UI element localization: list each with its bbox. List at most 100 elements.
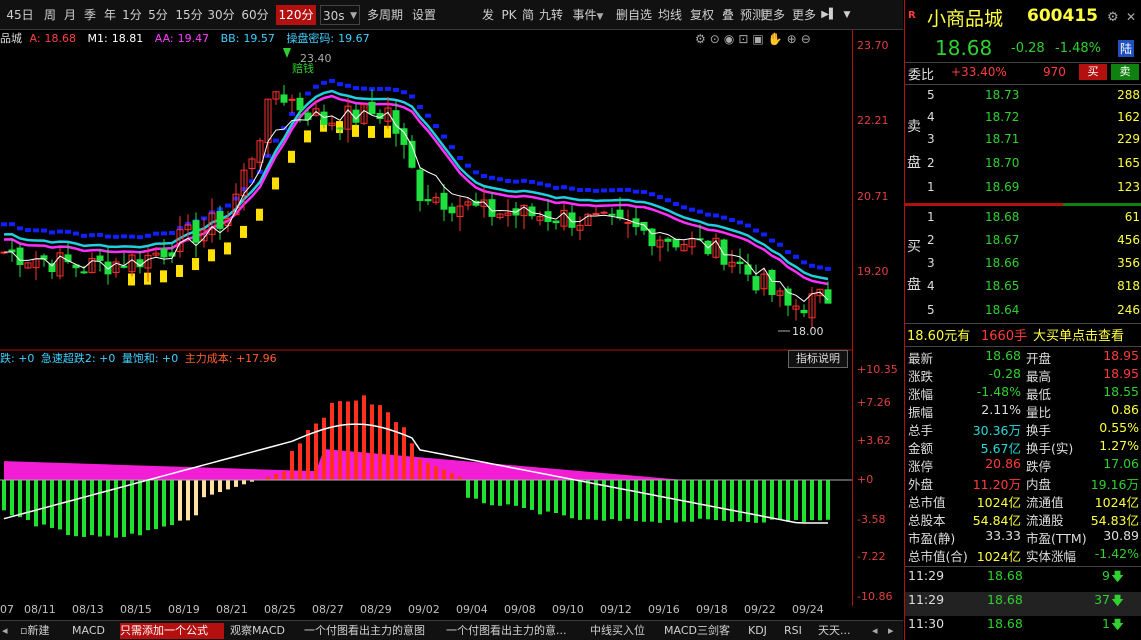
blue-dot	[649, 192, 655, 197]
ma-button[interactable]: 均线	[656, 5, 684, 25]
remove-favorite-button[interactable]: 删自选	[614, 5, 654, 25]
blue-dot	[553, 185, 559, 190]
blue-dot	[145, 233, 151, 238]
ask-row[interactable]: 3 18.71 229	[905, 132, 1141, 152]
candle-body	[320, 111, 328, 125]
date-tick: 09/18	[696, 603, 728, 616]
settings-icon[interactable]: ⚙	[695, 32, 710, 46]
chevron-left-icon[interactable]: ◂	[872, 623, 886, 639]
period-week[interactable]: 周	[40, 5, 60, 25]
bid-row[interactable]: 5 18.64 246	[905, 303, 1141, 323]
blue-dot	[305, 91, 311, 96]
pk-button[interactable]: PK	[500, 5, 518, 25]
big-order-alert[interactable]: 18.60元有 1660手 大买单点击查看	[905, 325, 1141, 345]
sub-indicator-values: 跌: +0 急速超跌2: +0 量饱和: +0 主力成本: +17.96	[0, 351, 280, 367]
zoom-icon[interactable]: ⊙	[710, 32, 724, 46]
blue-dot	[745, 223, 751, 228]
tab-rsi[interactable]: RSI	[784, 623, 812, 639]
low-price-label: 18.00	[792, 325, 824, 338]
more-button[interactable]: 更多	[790, 5, 818, 25]
simple-button[interactable]: 简	[520, 5, 536, 25]
m1-line	[3, 109, 829, 303]
ask-row[interactable]: 4 18.72 162	[905, 110, 1141, 130]
publish-button[interactable]: 发	[480, 5, 496, 25]
settings-button[interactable]: 设置	[410, 5, 438, 25]
tab-main-intent[interactable]: 一个付图看出主力的意图	[304, 623, 442, 639]
tab-main-intent-2[interactable]: 一个付图看出主力的意...	[446, 623, 582, 639]
adjust-button[interactable]: 复权	[688, 5, 716, 25]
save-icon[interactable]: ▣	[752, 32, 767, 46]
buy-button[interactable]: 买	[1079, 64, 1107, 80]
bid-row[interactable]: 4 18.65 818	[905, 279, 1141, 299]
big-order-text: 大买单点击查看	[1033, 329, 1125, 344]
ask-row[interactable]: 5 18.73 288	[905, 88, 1141, 108]
yellow-block	[176, 264, 183, 277]
chevron-down-icon[interactable]: ▼	[840, 5, 854, 25]
period-1min[interactable]: 1分	[120, 5, 144, 25]
candle-body	[752, 276, 760, 291]
bid-row[interactable]: 3 18.66 356	[905, 256, 1141, 276]
close-icon[interactable]: ✕	[1126, 10, 1136, 24]
date-tick: 09/02	[408, 603, 440, 616]
predict-button[interactable]: 预测	[740, 5, 764, 25]
chevron-right-icon[interactable]: ▸	[888, 623, 902, 639]
sub-label-1: 跌: +0	[0, 352, 35, 365]
multi-period-button[interactable]: 多周期	[365, 5, 405, 25]
eye-icon[interactable]: ◉	[724, 32, 738, 46]
kline-chart[interactable]: 23.40赔钱18.00	[0, 30, 852, 600]
new-tab-button[interactable]: ▫新建	[20, 623, 66, 639]
period-45d[interactable]: 45日	[2, 5, 38, 25]
stock-header: R 小商品城 600415 ⚙ ✕ 18.68 -0.28 -1.48% 陆	[905, 0, 1141, 62]
quote-row: 市盈(静) 33.33 市盈(TTM) 30.89	[908, 528, 1139, 546]
tab-formula[interactable]: 只需添加一个公式	[120, 623, 224, 639]
period-year[interactable]: 年	[100, 5, 120, 25]
period-month[interactable]: 月	[60, 5, 80, 25]
chevron-left-icon[interactable]: ◂	[2, 623, 18, 639]
blue-dot	[425, 113, 431, 118]
period-120min[interactable]: 120分	[276, 5, 316, 25]
period-dropdown[interactable]: 30s ▼	[320, 5, 360, 25]
tab-tiantian[interactable]: 天天...	[818, 623, 868, 639]
blue-dot	[809, 263, 815, 268]
settings-icon[interactable]: ⚙	[1107, 10, 1119, 25]
tab-watch-macd[interactable]: 观察MACD	[230, 623, 298, 639]
period-15min[interactable]: 15分	[174, 5, 204, 25]
date-tick: 08/19	[168, 603, 200, 616]
tab-kdj[interactable]: KDJ	[748, 623, 778, 639]
period-quarter[interactable]: 季	[80, 5, 100, 25]
collapse-panel-icon[interactable]: ▶▌	[820, 5, 838, 25]
date-tick: 09/10	[552, 603, 584, 616]
tab-mid-buy[interactable]: 中线买入位	[590, 623, 658, 639]
event-dropdown[interactable]: 事件▼	[568, 5, 608, 25]
blue-dot	[393, 87, 399, 92]
bid-row[interactable]: 2 18.67 456	[905, 233, 1141, 253]
blue-dot	[361, 86, 367, 91]
hand-icon[interactable]: ✋	[768, 32, 787, 46]
candle-body	[592, 213, 600, 216]
predict-button-2[interactable]: 更多	[760, 5, 786, 25]
blue-dot	[65, 229, 71, 234]
blue-dot	[377, 86, 383, 91]
bid-row[interactable]: 1 18.68 61	[905, 210, 1141, 230]
indicator-explain-button[interactable]: 指标说明	[788, 350, 848, 368]
ask-row[interactable]: 1 18.69 123	[905, 180, 1141, 200]
sell-button[interactable]: 卖	[1111, 64, 1139, 80]
ask-row[interactable]: 2 18.70 165	[905, 156, 1141, 176]
tab-macd-three[interactable]: MACD三剑客	[664, 623, 742, 639]
blue-dot	[681, 205, 687, 210]
jiuzhuan-button[interactable]: 九转	[537, 5, 565, 25]
date-tick: 09/08	[504, 603, 536, 616]
period-5min[interactable]: 5分	[145, 5, 171, 25]
lock-icon[interactable]: ⊡	[738, 32, 752, 46]
blue-dot	[401, 90, 407, 95]
period-60min[interactable]: 60分	[240, 5, 270, 25]
tab-macd[interactable]: MACD	[72, 623, 116, 639]
zoom-in-icon[interactable]: ⊕	[787, 32, 801, 46]
quote-row: 最新 18.68 开盘 18.95	[908, 348, 1139, 366]
period-30min[interactable]: 30分	[206, 5, 236, 25]
zoom-out-icon[interactable]: ⊖	[801, 32, 815, 46]
tick-row: 11:29 18.68 37 🡇	[905, 592, 1141, 616]
overlay-button[interactable]: 叠	[720, 5, 736, 25]
candle-body	[296, 97, 304, 111]
date-tick: 09/16	[648, 603, 680, 616]
